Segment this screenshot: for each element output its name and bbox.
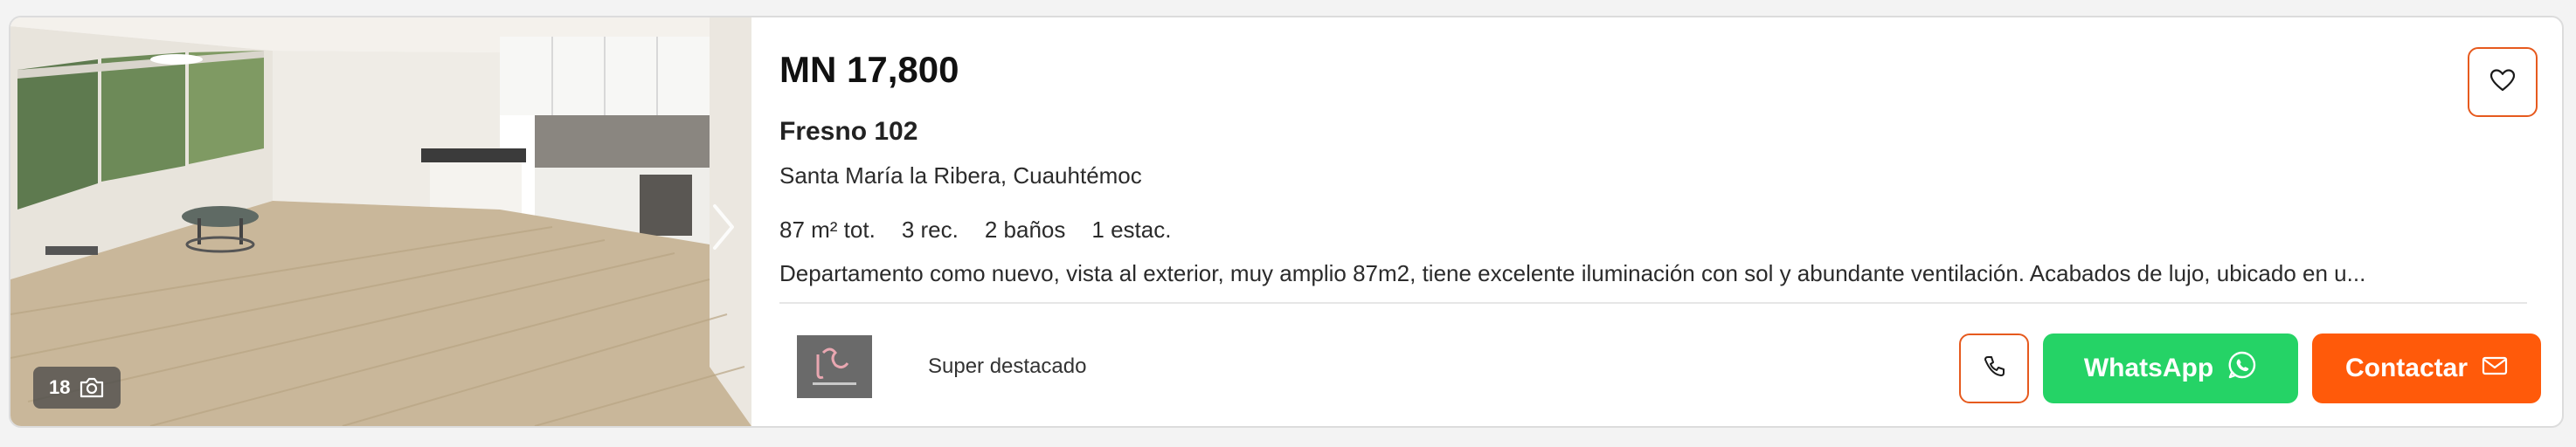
chevron-right-icon xyxy=(708,201,739,253)
whatsapp-icon xyxy=(2227,350,2257,387)
divider xyxy=(779,302,2527,304)
phone-button[interactable] xyxy=(1959,334,2029,403)
apartment-photo xyxy=(10,17,751,426)
photo-count-badge[interactable]: 18 xyxy=(33,367,121,409)
whatsapp-button[interactable]: WhatsApp xyxy=(2043,334,2298,403)
feature-rooms: 3 rec. xyxy=(901,217,959,243)
listing-price: MN 17,800 xyxy=(779,49,959,90)
feature-baths: 2 baños xyxy=(984,217,1066,243)
listing-info: MN 17,800 Fresno 102 Santa María la Ribe… xyxy=(779,17,2562,426)
next-photo-button[interactable] xyxy=(708,201,739,253)
feature-area: 87 m² tot. xyxy=(779,217,876,243)
camera-icon xyxy=(79,376,105,399)
agency-logo-mark xyxy=(797,335,872,398)
agency-logo[interactable] xyxy=(797,335,872,398)
listing-photo[interactable]: 18 xyxy=(10,17,751,426)
feature-parking: 1 estac. xyxy=(1091,217,1172,243)
listing-features: 87 m² tot. 3 rec. 2 baños 1 estac. xyxy=(779,217,1171,244)
photo-count-value: 18 xyxy=(49,376,71,398)
publisher-badge: Super destacado xyxy=(928,354,1087,378)
whatsapp-label: WhatsApp xyxy=(2083,354,2214,382)
heart-icon xyxy=(2489,68,2516,97)
listing-location: Santa María la Ribera, Cuauhtémoc xyxy=(779,162,1142,189)
contact-label: Contactar xyxy=(2344,354,2469,382)
favorite-button[interactable] xyxy=(2468,47,2538,117)
envelope-icon xyxy=(2482,354,2508,383)
phone-icon xyxy=(1982,354,2006,383)
listing-title[interactable]: Fresno 102 xyxy=(779,117,918,147)
listing-description[interactable]: Departamento como nuevo, vista al exteri… xyxy=(779,260,2483,287)
listing-card[interactable]: 18 MN 17,800 Fresno 102 Santa María la R… xyxy=(9,16,2564,428)
contact-button[interactable]: Contactar xyxy=(2312,334,2541,403)
